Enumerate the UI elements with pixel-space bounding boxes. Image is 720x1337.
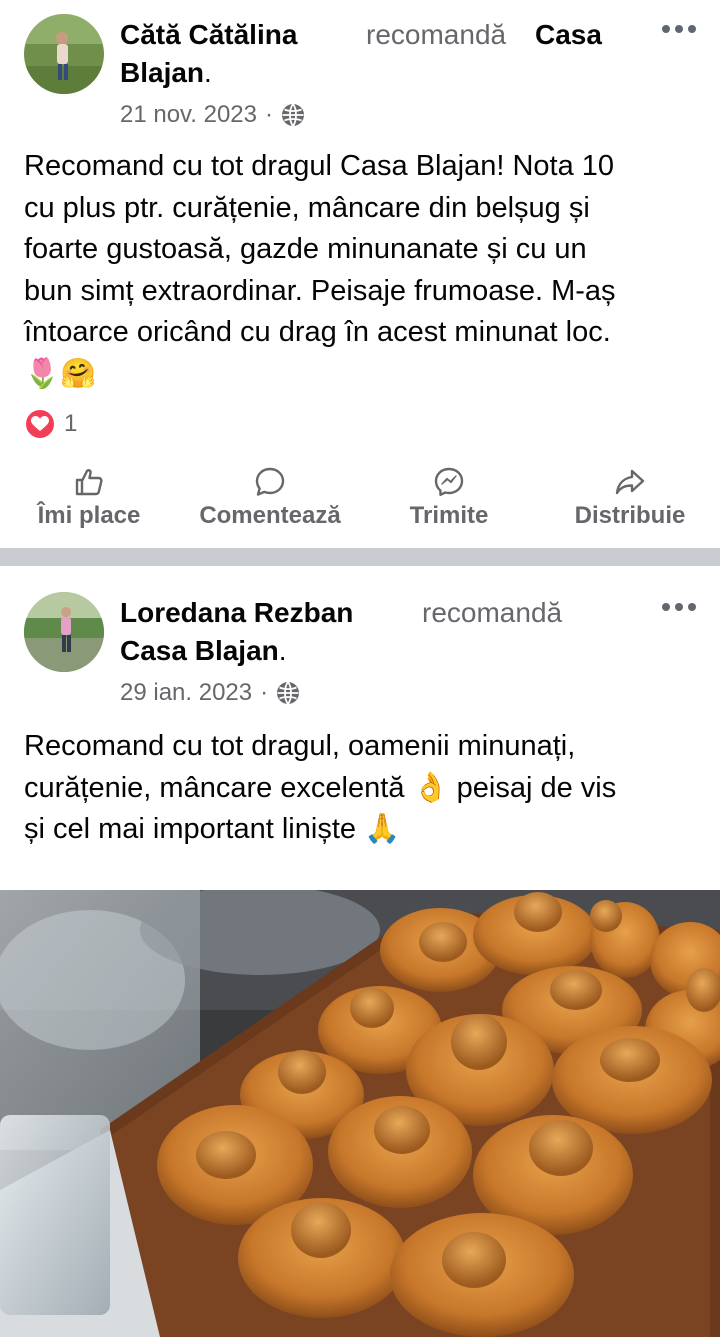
post-text: Recomand cu tot dragul, oamenii minunați…: [24, 726, 696, 851]
send-label: Trimite: [409, 502, 489, 529]
reaction-summary[interactable]: 1: [24, 408, 77, 440]
recommends-label: recomandă: [422, 597, 563, 628]
thumbs-up-icon: [75, 469, 103, 496]
share-arrow-icon: [615, 469, 645, 495]
messenger-icon: [434, 467, 464, 496]
recommends-label: recomandă: [366, 19, 507, 50]
comment-label: Comentează: [199, 502, 341, 529]
post-text-line: foarte gustoasă, gazde minunanate și cu …: [24, 233, 587, 265]
post-photo[interactable]: [0, 890, 720, 1337]
author-avatar[interactable]: [24, 14, 104, 94]
page-name[interactable]: Casa Blajan: [120, 635, 279, 666]
post-meta: 29 ian. 2023 ·: [120, 678, 300, 708]
period: .: [278, 635, 287, 666]
page-name-part2[interactable]: Blajan: [120, 57, 204, 88]
reaction-count: 1: [64, 410, 78, 437]
meta-separator: ·: [260, 679, 269, 706]
post-text-line: Recomand cu tot dragul, oamenii minunați…: [24, 730, 576, 762]
post-date[interactable]: 21 nov. 2023: [120, 100, 257, 130]
post-text: Recomand cu tot dragul Casa Blajan! Nota…: [24, 146, 696, 395]
post-text-line: curățenie, mâncare excelentă 👌 peisaj de…: [24, 771, 617, 804]
like-button[interactable]: Îmi place: [36, 466, 142, 536]
post-date[interactable]: 29 ian. 2023: [120, 678, 252, 708]
like-label: Îmi place: [37, 502, 141, 529]
post-text-line: întoarce oricând cu drag în acest minuna…: [24, 316, 611, 348]
post-text-line: cu plus ptr. curățenie, mâncare din belș…: [24, 191, 590, 224]
globe-icon: [277, 681, 300, 705]
post-card: Cătă Cătălina recomandă Casa Blajan. 21 …: [0, 0, 720, 548]
author-name[interactable]: Cătă Cătălina: [120, 16, 297, 54]
post-meta: 21 nov. 2023 ·: [120, 100, 305, 130]
page-name-part1[interactable]: Casa: [535, 16, 602, 54]
post-text-line: bun simț extraordinar. Peisaje frumoase.…: [24, 274, 616, 307]
share-label: Distribuie: [574, 502, 686, 529]
author-name[interactable]: Loredana Rezban: [120, 594, 353, 632]
share-button[interactable]: Distribuie: [572, 466, 688, 536]
post-card: Loredana Rezban recomandă Casa Blajan. 2…: [0, 566, 720, 1337]
heart-reaction-icon: [24, 408, 56, 440]
post-text-line: Recomand cu tot dragul Casa Blajan! Nota…: [24, 150, 615, 182]
period: .: [204, 57, 212, 88]
more-options-icon[interactable]: [662, 24, 696, 34]
send-button[interactable]: Trimite: [404, 466, 494, 536]
donuts-photo: [0, 890, 720, 1337]
feed-separator: [0, 548, 720, 566]
action-bar: Îmi place Comentează Trimite Distribuie: [0, 466, 720, 536]
comment-bubble-icon: [255, 467, 285, 496]
globe-icon: [282, 103, 305, 127]
meta-separator: ·: [265, 101, 274, 128]
comment-button[interactable]: Comentează: [196, 466, 344, 536]
post-text-line: și cel mai important liniște 🙏: [24, 813, 401, 845]
more-options-icon[interactable]: [662, 602, 696, 612]
author-avatar[interactable]: [24, 592, 104, 672]
emoji-line: 🌷🤗: [24, 357, 97, 390]
